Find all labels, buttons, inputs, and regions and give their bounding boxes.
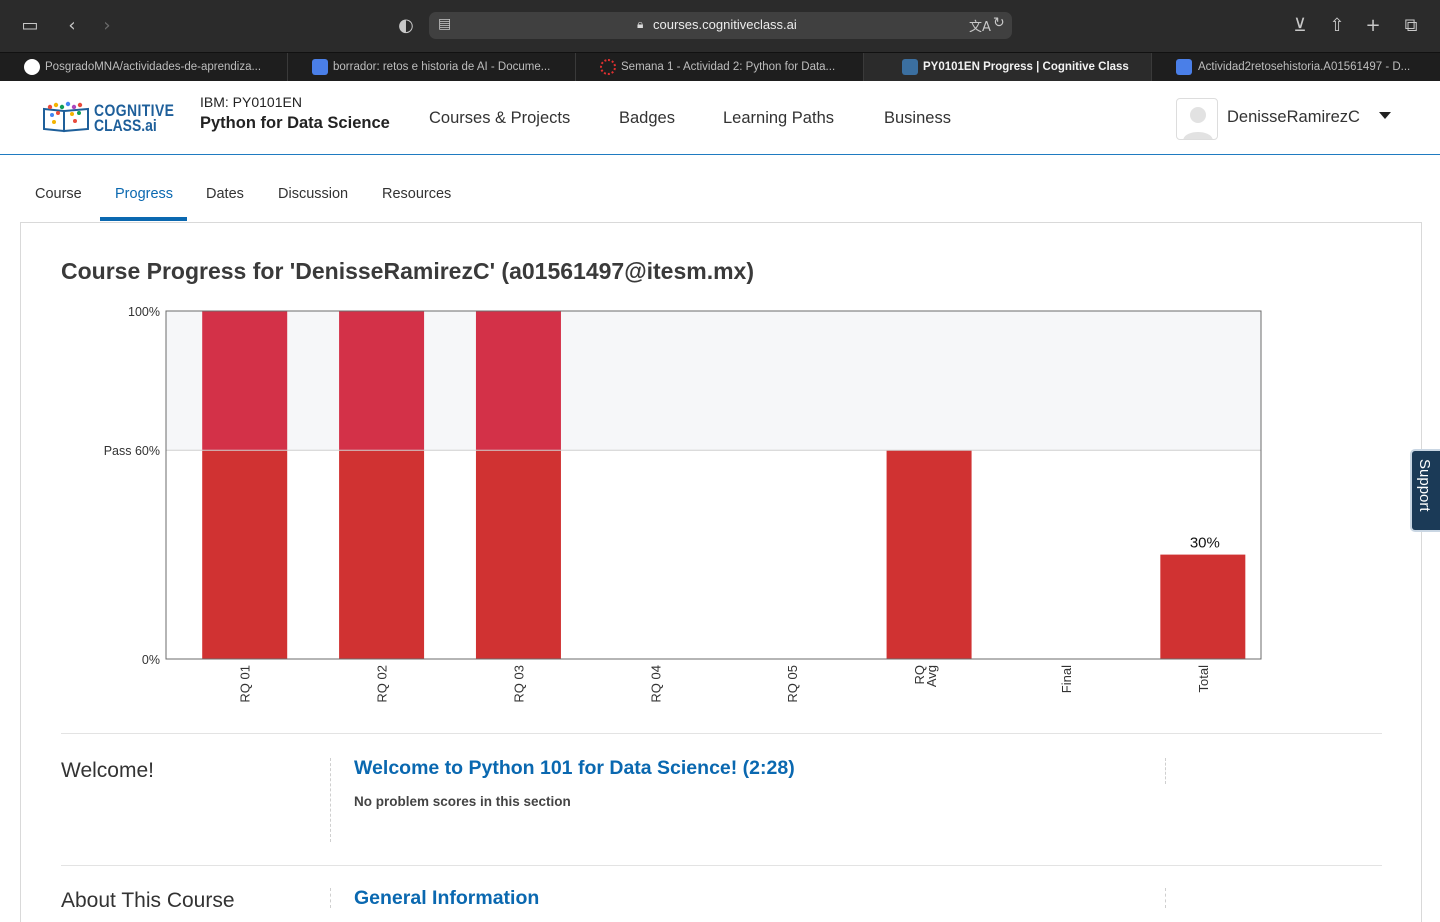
tab-discussion[interactable]: Discussion — [278, 186, 348, 202]
address-bar[interactable]: ▤ 🔒︎ courses.cognitiveclass.ai 文A ↻ — [429, 12, 1012, 39]
x-tick-label: Avg — [924, 665, 939, 687]
x-tick-label: RQ 05 — [785, 665, 800, 703]
cognitive-class-logo[interactable]: COGNITIVE CLASS.ai — [42, 101, 182, 137]
x-tick-label: RQ 02 — [375, 665, 390, 703]
site-header: COGNITIVE CLASS.ai IBM: PY0101EN Python … — [0, 81, 1440, 155]
cognitive-class-icon — [902, 59, 918, 75]
bar — [1160, 554, 1246, 659]
user-menu-caret-icon[interactable] — [1379, 112, 1391, 119]
share-icon[interactable]: ⇧ — [1325, 14, 1349, 38]
section-title-about: About This Course — [61, 889, 235, 912]
bar — [475, 311, 561, 451]
section-separator — [1165, 888, 1166, 908]
subsection-link-welcome[interactable]: Welcome to Python 101 for Data Science! … — [354, 757, 795, 780]
google-docs-icon — [312, 59, 328, 75]
lock-icon: 🔒︎ — [637, 17, 644, 31]
browser-toolbar: ▭ ‹ › ◐ ▤ 🔒︎ courses.cognitiveclass.ai 文… — [0, 0, 1440, 52]
bar — [475, 450, 561, 659]
translate-icon[interactable]: 文A — [969, 16, 991, 35]
new-tab-icon[interactable]: + — [1361, 14, 1385, 38]
tab-course[interactable]: Course — [35, 186, 82, 202]
tab-title: Semana 1 - Actividad 2: Python for Data.… — [621, 61, 836, 73]
browser-tab-canvas[interactable]: Semana 1 - Actividad 2: Python for Data.… — [576, 53, 864, 81]
username[interactable]: DenisseRamirezC — [1227, 108, 1360, 127]
sidebar-toggle-icon[interactable]: ▭ — [18, 14, 42, 38]
nav-business[interactable]: Business — [884, 109, 951, 128]
reload-icon[interactable]: ↻ — [993, 15, 1005, 31]
bar — [202, 311, 288, 451]
support-button[interactable]: Support — [1410, 449, 1440, 532]
subsection-link-general-info[interactable]: General Information — [354, 887, 539, 910]
course-name: Python for Data Science — [200, 114, 390, 132]
section-separator — [330, 888, 331, 908]
user-avatar-icon — [1183, 107, 1213, 139]
logo-mark-icon — [43, 101, 89, 133]
tab-title: borrador: retos e historia de AI - Docum… — [333, 61, 551, 73]
nav-learning-paths[interactable]: Learning Paths — [723, 109, 834, 128]
tab-overview-icon[interactable]: ⧉ — [1399, 14, 1423, 38]
x-tick-label: Final — [1059, 665, 1074, 693]
section-title-welcome: Welcome! — [61, 759, 154, 782]
x-tick-label: RQ 03 — [511, 665, 526, 703]
bar — [339, 450, 425, 659]
google-docs-icon — [1176, 59, 1192, 75]
y-tick-label: 100% — [128, 305, 160, 319]
canvas-icon — [600, 59, 616, 75]
section-separator — [1165, 758, 1166, 784]
y-tick-label: 0% — [142, 653, 160, 667]
subsection-note: No problem scores in this section — [354, 794, 571, 809]
bar — [202, 450, 288, 659]
support-label: Support — [1416, 459, 1433, 512]
forward-icon[interactable]: › — [95, 14, 119, 38]
logo-text-line2: CLASS.ai — [94, 116, 157, 135]
x-tick-label: RQ 01 — [238, 665, 253, 703]
browser-tab-github[interactable]: PosgradoMNA/actividades-de-aprendiza... — [0, 53, 288, 81]
x-tick-label: RQ 04 — [648, 665, 663, 703]
nav-courses-projects[interactable]: Courses & Projects — [429, 109, 570, 128]
tab-dates[interactable]: Dates — [206, 186, 244, 202]
browser-tab-docs-borrador[interactable]: borrador: retos e historia de AI - Docum… — [288, 53, 576, 81]
browser-tab-cognitive-class[interactable]: PY0101EN Progress | Cognitive Class — [864, 53, 1152, 81]
tab-resources[interactable]: Resources — [382, 186, 451, 202]
browser-tab-docs-actividad[interactable]: Actividad2retosehistoria.A01561497 - D..… — [1152, 53, 1440, 81]
course-code: IBM: PY0101EN — [200, 94, 302, 110]
browser-tab-bar: PosgradoMNA/actividades-de-aprendiza... … — [0, 52, 1440, 81]
github-icon — [24, 59, 40, 75]
section-divider — [61, 733, 1382, 734]
url-text[interactable]: courses.cognitiveclass.ai — [653, 17, 797, 32]
data-label: 30% — [1190, 535, 1220, 552]
tab-progress[interactable]: Progress — [115, 186, 173, 202]
tab-title: Actividad2retosehistoria.A01561497 - D..… — [1198, 61, 1411, 73]
nav-badges[interactable]: Badges — [619, 109, 675, 128]
bar — [886, 450, 972, 659]
section-separator — [330, 758, 331, 842]
section-divider — [61, 865, 1382, 866]
avatar[interactable] — [1176, 98, 1218, 140]
back-icon[interactable]: ‹ — [60, 14, 84, 38]
y-tick-label: Pass 60% — [104, 444, 160, 458]
tab-title: PosgradoMNA/actividades-de-aprendiza... — [45, 61, 262, 73]
download-icon[interactable]: ⊻ — [1288, 14, 1312, 38]
active-tab-indicator — [100, 217, 187, 221]
progress-chart: RQ 01 RQ 02 RQ 03 RQ 04 RQ 05 RQAvg Final Total… — [104, 305, 1262, 703]
page-title: Course Progress for 'DenisseRamirezC' (a… — [61, 258, 755, 284]
pass-zone — [166, 311, 1261, 451]
privacy-shield-icon[interactable]: ◐ — [394, 14, 418, 38]
reader-icon[interactable]: ▤ — [438, 16, 451, 32]
tab-title: PY0101EN Progress | Cognitive Class — [923, 61, 1129, 73]
x-tick-label: Total — [1196, 665, 1211, 693]
bar — [339, 311, 425, 451]
